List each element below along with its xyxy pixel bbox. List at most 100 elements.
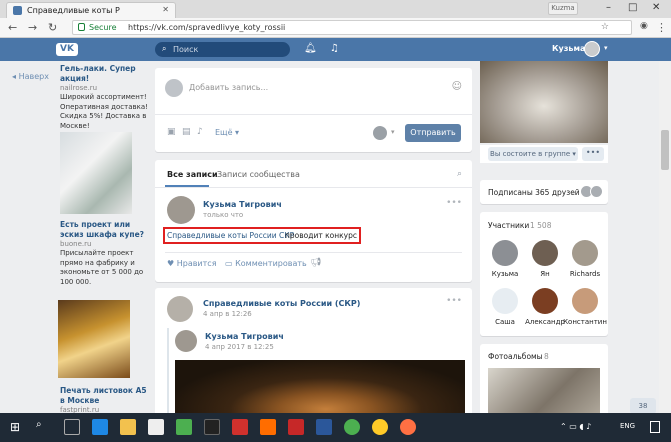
avatar[interactable] — [167, 296, 193, 322]
avatar[interactable] — [167, 196, 195, 224]
ad-title[interactable]: Есть проект или эскиз шкафа купе? — [60, 220, 152, 240]
scrollbar[interactable] — [659, 61, 671, 413]
membership-button[interactable]: Вы состоите в группе ▾ — [488, 147, 578, 161]
post-menu-icon[interactable]: ••• — [446, 296, 462, 306]
search-placeholder: Поиск — [173, 45, 199, 54]
word-icon[interactable] — [316, 419, 332, 435]
ad-image[interactable] — [60, 132, 132, 214]
member-name[interactable]: Константин — [561, 318, 609, 326]
system-tray[interactable]: ⌃ ▭ ◖ ♪ — [560, 422, 591, 431]
post-author[interactable]: Кузьма Тигрович — [203, 200, 282, 209]
friends-subscribed[interactable]: Подписаны 365 друзей — [480, 180, 608, 204]
scroll-to-top-link[interactable]: ◂ Наверх — [12, 72, 49, 81]
ad-block-3[interactable]: Печать листовок А5 в Москве fastprint.ru — [60, 386, 152, 415]
notifications-icon[interactable] — [650, 421, 660, 433]
audio-icon[interactable]: ♪ — [197, 127, 203, 137]
post-input[interactable]: Добавить запись... — [189, 83, 268, 92]
chevron-down-icon[interactable]: ▾ — [604, 44, 608, 52]
url-input[interactable]: Secure https://vk.com/spravedlivye_koty_… — [72, 20, 632, 35]
search-icon[interactable]: ⌕ — [457, 169, 462, 179]
video-icon[interactable]: ▤ — [182, 127, 191, 137]
member-name[interactable]: Richards — [561, 270, 609, 278]
back-icon[interactable]: ← — [8, 21, 17, 34]
minimize-icon[interactable]: – — [606, 2, 611, 13]
scroll-to-top-label: Наверх — [18, 72, 49, 81]
header-user-name[interactable]: Кузьма — [552, 44, 585, 53]
avatar — [590, 185, 603, 198]
language-indicator[interactable]: ENG — [620, 422, 635, 430]
notifications-bell-icon[interactable]: 🔔︎ — [304, 43, 317, 54]
browser-profile-chip[interactable]: Kuzma — [548, 2, 578, 15]
emoji-icon[interactable]: ☺ — [452, 81, 462, 92]
maximize-icon[interactable]: □ — [628, 2, 637, 13]
avatar[interactable] — [572, 288, 598, 314]
firefox-icon[interactable] — [400, 419, 416, 435]
address-bar: ← → ↻ Secure https://vk.com/spravedlivye… — [0, 18, 671, 38]
bookmark-star-icon[interactable]: ☆ — [601, 22, 609, 32]
vivaldi-icon[interactable] — [288, 419, 304, 435]
tab-community-posts[interactable]: Записи сообщества — [217, 170, 300, 179]
browser-tab[interactable]: Справедливые коты Р ✕ — [6, 2, 176, 18]
app-icon[interactable] — [232, 419, 248, 435]
forward-icon[interactable]: → — [28, 21, 37, 34]
chrome-icon[interactable] — [344, 419, 360, 435]
reload-icon[interactable]: ↻ — [48, 21, 57, 34]
windows-start-icon[interactable]: ⊞ — [10, 420, 20, 434]
camera-icon[interactable]: ▣ — [167, 127, 176, 137]
post-menu-icon[interactable]: ••• — [446, 198, 462, 208]
post-time[interactable]: только что — [203, 211, 243, 219]
explorer-icon[interactable] — [120, 419, 136, 435]
music-icon[interactable]: ♫ — [330, 43, 339, 54]
like-button[interactable]: ♥ Нравится — [167, 259, 217, 268]
avatar[interactable] — [175, 330, 197, 352]
repost-author[interactable]: Кузьма Тигрович — [205, 332, 284, 341]
post-author[interactable]: Справедливые коты России (СКР) — [203, 299, 360, 308]
albums-title[interactable]: Фотоальбомы — [488, 352, 543, 361]
comment-button[interactable]: ▭ Комментировать — [225, 259, 307, 268]
subscribed-label: Подписаны 365 друзей — [488, 188, 580, 197]
ad-title[interactable]: Печать листовок А5 в Москве — [60, 386, 152, 406]
search-input[interactable]: ⌕ Поиск — [155, 42, 290, 57]
task-view-icon[interactable] — [64, 419, 80, 435]
ad-image[interactable] — [58, 300, 130, 378]
members-title[interactable]: Участники — [488, 221, 529, 230]
menu-kebab-icon[interactable]: ⋮ — [656, 21, 667, 34]
app-icon[interactable] — [176, 419, 192, 435]
tab-all-posts[interactable]: Все записи — [167, 170, 218, 179]
app-icon[interactable] — [204, 419, 220, 435]
avatar[interactable] — [492, 288, 518, 314]
close-window-icon[interactable]: ✕ — [652, 2, 660, 13]
ad-title[interactable]: Гель-лаки. Супер акция! — [60, 64, 148, 84]
avatar — [165, 79, 183, 97]
more-attach-button[interactable]: Ещё ▾ — [215, 128, 239, 137]
close-tab-icon[interactable]: ✕ — [162, 5, 169, 14]
avatar[interactable] — [532, 288, 558, 314]
secure-label: Secure — [89, 23, 117, 32]
send-button[interactable]: Отправить — [405, 124, 461, 142]
search-icon[interactable]: ⌕ — [36, 419, 52, 435]
chevron-down-icon[interactable]: ▾ — [391, 128, 395, 136]
extension-icon[interactable]: ◉ — [640, 21, 648, 31]
avatar[interactable] — [492, 240, 518, 266]
group-cover-photo[interactable] — [480, 61, 608, 143]
group-more-button[interactable]: ••• — [582, 147, 604, 161]
repost-time[interactable]: 4 апр 2017 в 12:25 — [205, 343, 274, 351]
header-avatar[interactable] — [584, 41, 600, 57]
post-time[interactable]: 4 апр в 12:26 — [203, 310, 252, 318]
share-icon[interactable]: 📢︎ — [310, 258, 321, 268]
avatar[interactable] — [532, 240, 558, 266]
scrollbar-thumb[interactable] — [661, 130, 669, 170]
community-link[interactable]: Справедливые коты России СКР — [167, 231, 294, 240]
app-icon[interactable] — [260, 419, 276, 435]
edge-icon[interactable] — [92, 419, 108, 435]
vk-logo[interactable]: VK — [56, 43, 78, 56]
author-avatar[interactable] — [373, 126, 387, 140]
scroll-up-counter[interactable]: 38 — [630, 398, 656, 414]
lock-icon — [78, 23, 85, 31]
ad-block-2[interactable]: Есть проект или эскиз шкафа купе? buone.… — [60, 220, 152, 287]
yandex-icon[interactable] — [372, 419, 388, 435]
url-text: https://vk.com/spravedlivye_koty_rossii — [128, 23, 286, 32]
store-icon[interactable] — [148, 419, 164, 435]
avatar[interactable] — [572, 240, 598, 266]
ad-block-1[interactable]: Гель-лаки. Супер акция! nailrose.ru Широ… — [60, 64, 148, 131]
